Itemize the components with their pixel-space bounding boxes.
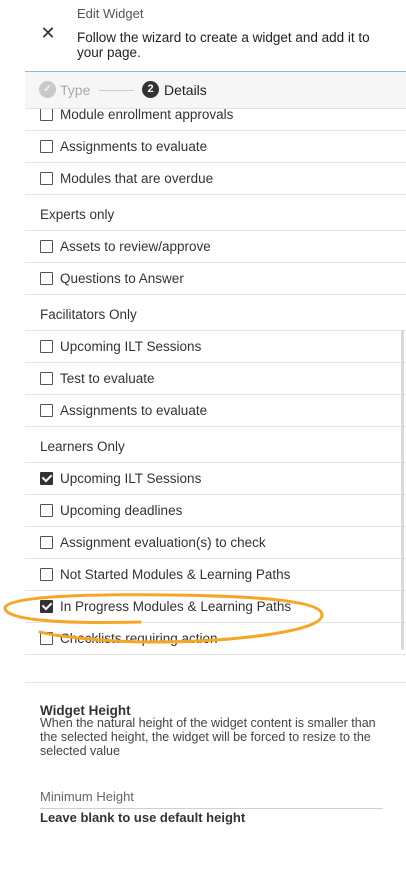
dialog-description: Follow the wizard to create a widget and… [77, 30, 370, 60]
checkbox[interactable] [40, 109, 53, 121]
list-item[interactable]: Assignment evaluation(s) to check [25, 527, 406, 559]
list-item[interactable]: Assets to review/approve [25, 231, 406, 263]
wizard-stepper: ✓ Type 2 Details [25, 72, 406, 109]
list-item-label: Assets to review/approve [60, 239, 211, 254]
section-divider [25, 682, 406, 683]
checkbox[interactable] [40, 568, 53, 581]
step-details-label: Details [164, 81, 207, 98]
checkbox[interactable] [40, 340, 53, 353]
list-item[interactable]: Upcoming ILT Sessions [25, 463, 406, 495]
checkbox[interactable] [40, 272, 53, 285]
step-type[interactable]: ✓ Type [39, 81, 90, 98]
checkbox[interactable] [40, 240, 53, 253]
list-item-label: Module enrollment approvals [60, 109, 234, 122]
checkbox[interactable] [40, 404, 53, 417]
list-item[interactable]: Upcoming deadlines [25, 495, 406, 527]
list-item-label: Assignments to evaluate [60, 139, 208, 154]
list-item-label: Test to evaluate [60, 371, 155, 386]
checkbox[interactable] [40, 504, 53, 517]
widget-height-description: When the natural height of the widget co… [40, 716, 376, 758]
list-item-label: Assignments to evaluate [60, 403, 208, 418]
list-item-label: Upcoming ILT Sessions [60, 471, 202, 486]
list-item[interactable]: Assignments to evaluate [25, 131, 406, 163]
step-number-badge: 2 [142, 81, 159, 98]
group-header-label: Experts only [40, 207, 115, 222]
checkbox[interactable] [40, 140, 53, 153]
list-item[interactable]: Module enrollment approvals [25, 109, 406, 131]
checkbox[interactable] [40, 372, 53, 385]
checkbox[interactable] [40, 632, 53, 645]
checkbox-checked[interactable] [40, 472, 53, 485]
close-icon[interactable]: ✕ [40, 24, 56, 42]
list-item-label: In Progress Modules & Learning Paths [60, 599, 292, 614]
list-item[interactable]: Checklists requiring action [25, 623, 406, 655]
group-header-label: Facilitators Only [40, 307, 137, 322]
check-icon: ✓ [39, 81, 56, 98]
list-item-label: Modules that are overdue [60, 171, 214, 186]
step-type-label: Type [60, 81, 91, 98]
checkbox[interactable] [40, 536, 53, 549]
group-header-label: Learners Only [40, 439, 125, 454]
list-item-label: Assignment evaluation(s) to check [60, 535, 266, 550]
list-item-label: Upcoming deadlines [60, 503, 183, 518]
list-item[interactable]: Not Started Modules & Learning Paths [25, 559, 406, 591]
group-header: Experts only [25, 195, 406, 231]
step-details[interactable]: 2 Details [142, 81, 207, 98]
minimum-height-label: Minimum Height [40, 789, 134, 804]
widget-options-list[interactable]: Module enrollment approvals Assignments t… [25, 109, 406, 659]
list-item[interactable]: Assignments to evaluate [25, 395, 406, 427]
scrollbar[interactable] [401, 330, 404, 650]
list-item[interactable]: In Progress Modules & Learning Paths [25, 591, 406, 623]
minimum-height-hint: Leave blank to use default height [40, 810, 246, 825]
group-header: Facilitators Only [25, 295, 406, 331]
checkbox-checked[interactable] [40, 600, 53, 613]
list-item[interactable]: Modules that are overdue [25, 163, 406, 195]
list-item-label: Questions to Answer [60, 271, 184, 286]
list-item[interactable]: Questions to Answer [25, 263, 406, 295]
list-item[interactable]: Test to evaluate [25, 363, 406, 395]
step-connector [99, 90, 134, 91]
list-item[interactable]: Upcoming ILT Sessions [25, 331, 406, 363]
list-item-label: Not Started Modules & Learning Paths [60, 567, 291, 582]
checkbox[interactable] [40, 172, 53, 185]
dialog-title: Edit Widget [77, 6, 144, 21]
list-item-label: Upcoming ILT Sessions [60, 339, 202, 354]
list-item-label: Checklists requiring action [60, 631, 218, 646]
dialog-header: ✕ Edit Widget Follow the wizard to creat… [0, 0, 406, 72]
group-header: Learners Only [25, 427, 406, 463]
